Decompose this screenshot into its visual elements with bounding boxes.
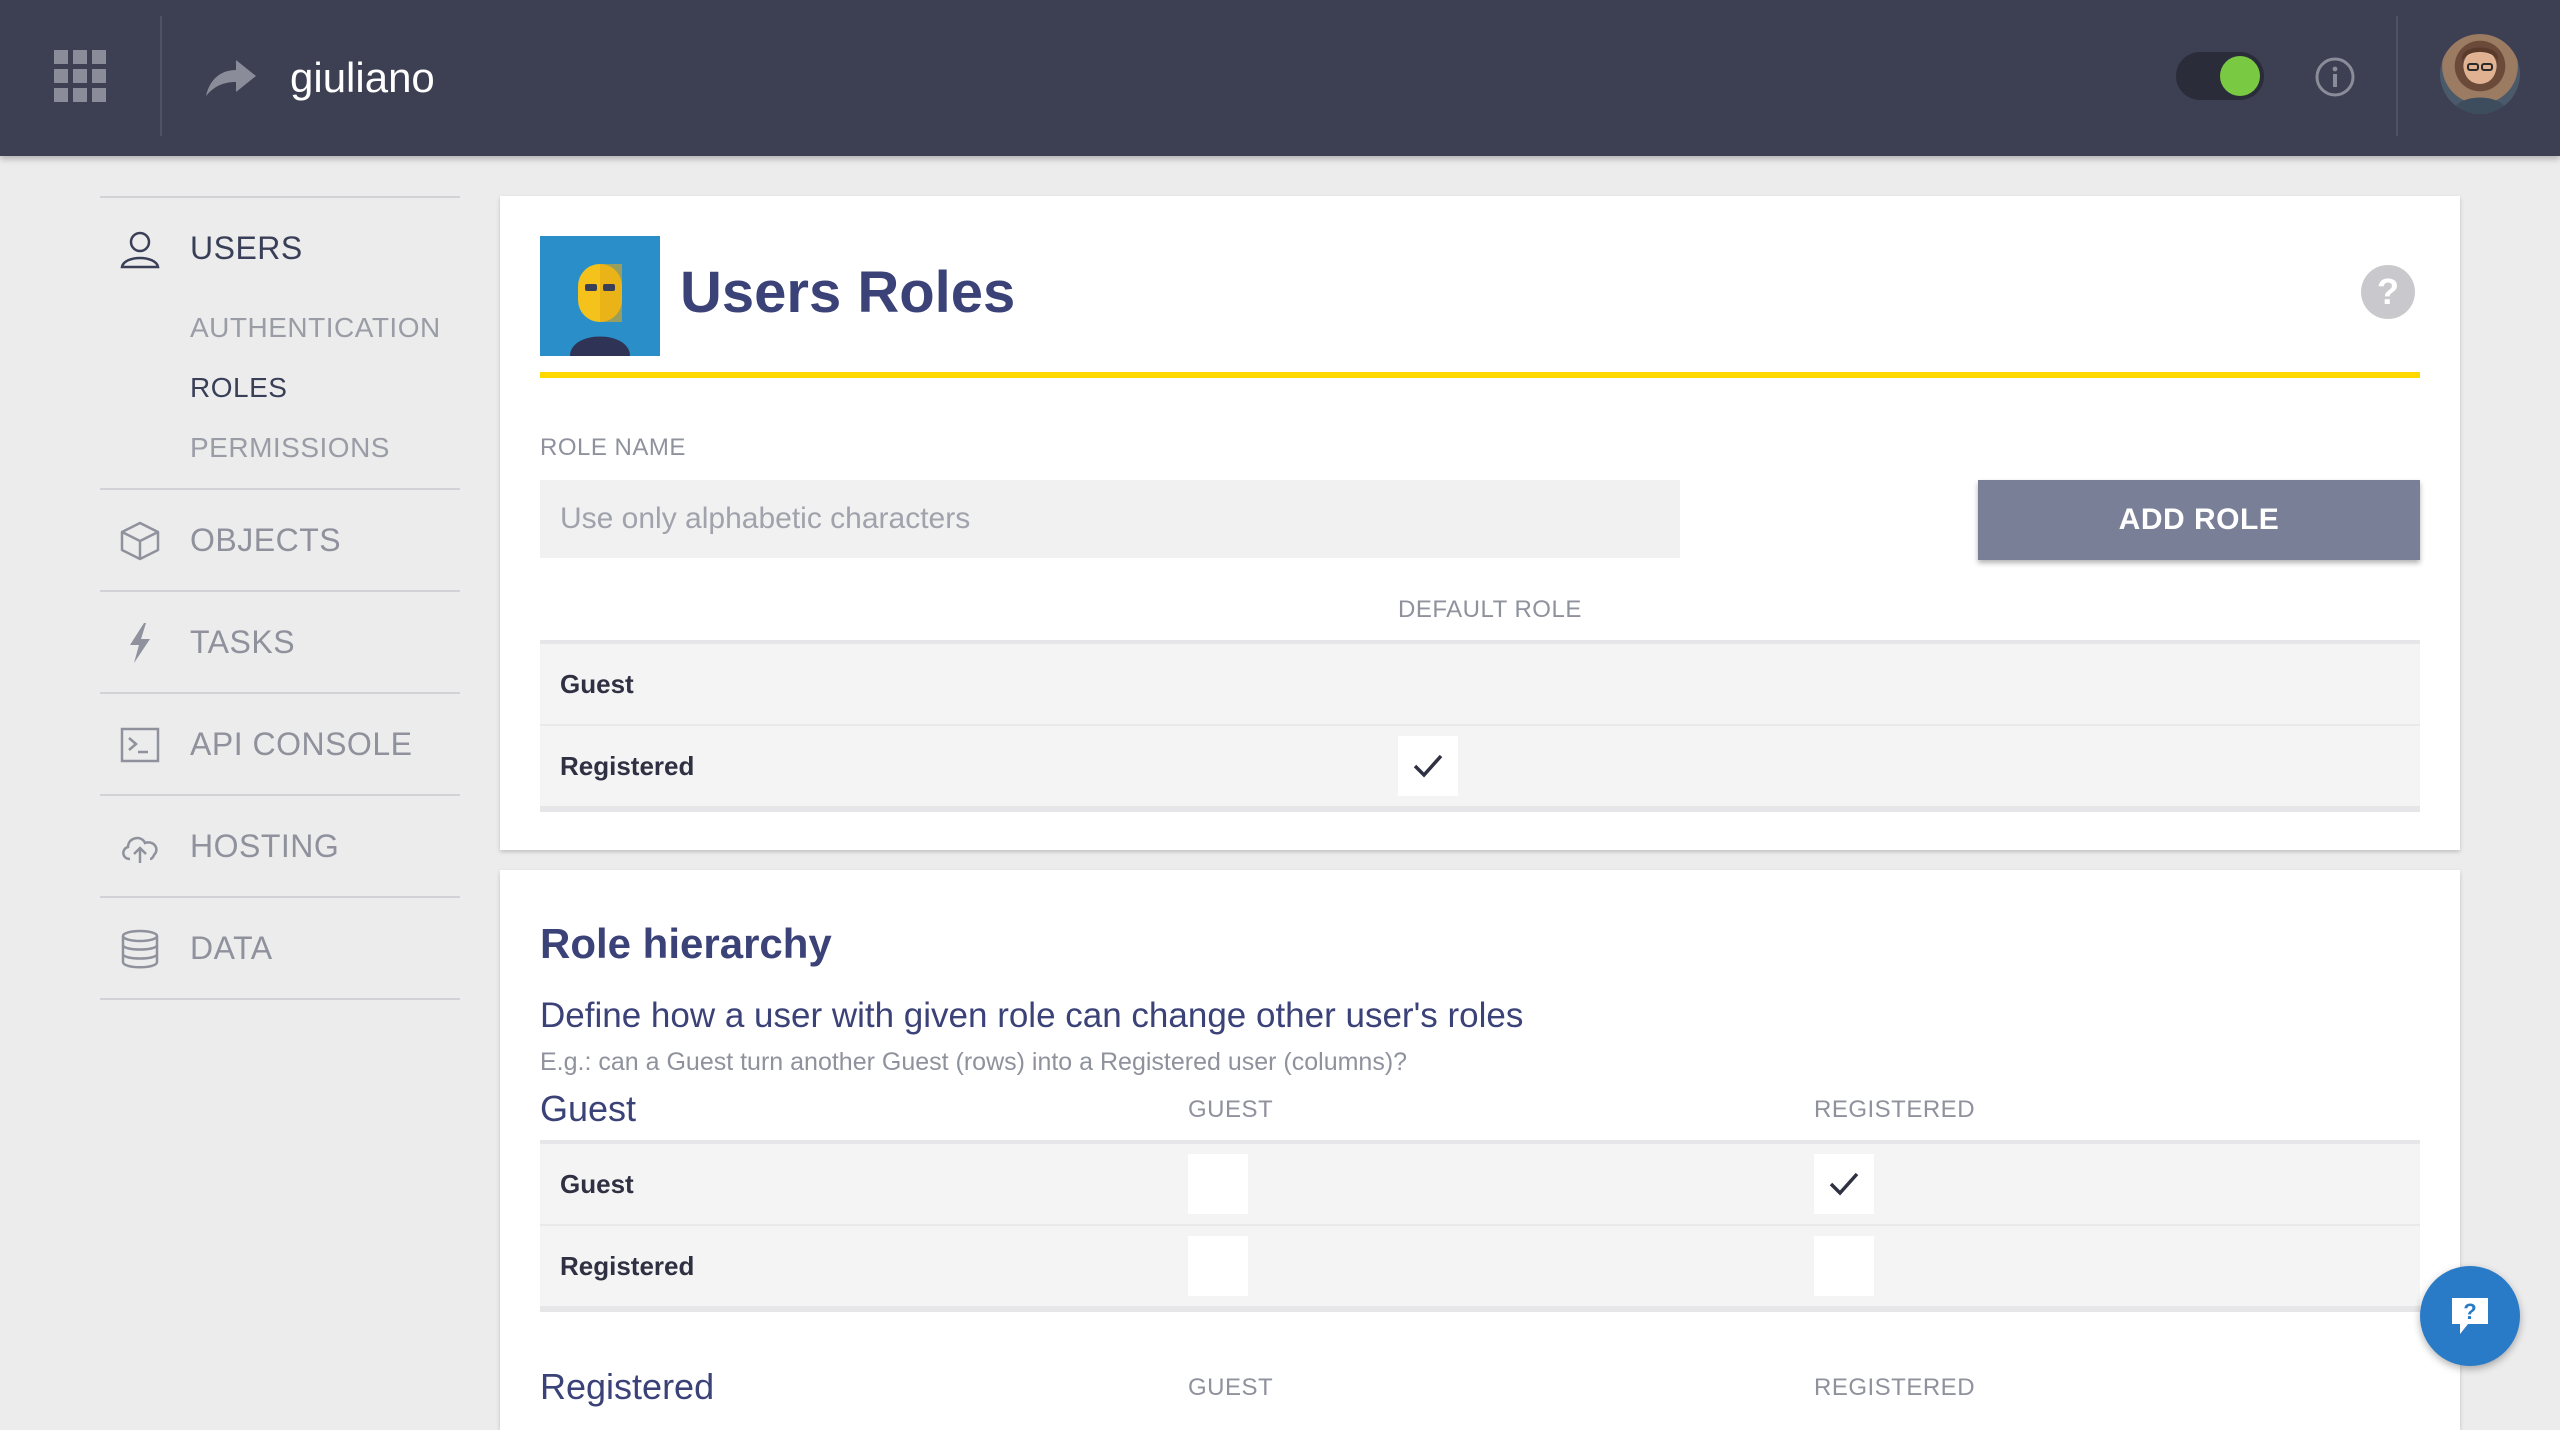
terminal-icon	[120, 727, 160, 763]
sidebar-item-label: TASKS	[190, 623, 296, 660]
sidebar-item-data[interactable]: DATA	[100, 898, 460, 998]
role-name-label: ROLE NAME	[540, 434, 686, 461]
top-bar: giuliano	[0, 0, 2560, 156]
chat-help-icon: ?	[2452, 1298, 2488, 1334]
section-hint: E.g.: can a Guest turn another Guest (ro…	[540, 1048, 1408, 1076]
default-role-checkbox[interactable]	[1398, 736, 1458, 796]
role-name: Registered	[560, 751, 695, 781]
sidebar-divider	[100, 998, 460, 1000]
role-name: Guest	[560, 1169, 634, 1199]
permission-checkbox[interactable]	[1814, 1154, 1874, 1214]
table-row: Registered	[540, 726, 2420, 806]
column-header: GUEST	[1188, 1096, 1274, 1123]
table-row: Guest	[540, 644, 2420, 726]
chat-help-glyph: ?	[2463, 1299, 2476, 1324]
sidebar: USERS AUTHENTICATION ROLES PERMISSIONS O…	[100, 196, 460, 1000]
toggle-knob	[2220, 56, 2260, 96]
robot-avatar-icon	[540, 236, 660, 356]
apps-grid-icon[interactable]	[54, 50, 106, 102]
sidebar-item-label: USERS	[190, 229, 303, 266]
sidebar-item-label: HOSTING	[190, 827, 340, 864]
sidebar-subitem-authentication[interactable]: AUTHENTICATION	[100, 298, 460, 358]
role-name-input[interactable]	[540, 480, 1680, 558]
share-arrow-icon[interactable]	[204, 56, 258, 100]
cube-icon	[120, 521, 160, 561]
roles-table: Guest Registered	[540, 640, 2420, 812]
sidebar-subitem-permissions[interactable]: PERMISSIONS	[100, 418, 460, 478]
column-header: REGISTERED	[1814, 1374, 1976, 1401]
status-toggle[interactable]	[2176, 52, 2264, 100]
checkmark-icon	[1413, 754, 1443, 778]
user-icon	[120, 231, 160, 269]
page-title: Users Roles	[680, 260, 1016, 325]
section-description: Define how a user with given role can ch…	[540, 996, 1524, 1035]
help-icon[interactable]: ?	[2360, 264, 2416, 320]
group-title: Guest	[540, 1088, 637, 1129]
avatar[interactable]	[2440, 34, 2520, 114]
table-row: Registered	[540, 1226, 2420, 1306]
default-role-header: DEFAULT ROLE	[1398, 596, 1582, 623]
role-name: Guest	[560, 669, 634, 699]
lightning-icon	[130, 623, 150, 663]
table-row: Guest	[540, 1144, 2420, 1226]
svg-text:?: ?	[2377, 271, 2399, 312]
add-role-button[interactable]: ADD ROLE	[1978, 480, 2420, 560]
instance-name[interactable]: giuliano	[290, 50, 435, 106]
permission-checkbox[interactable]	[1188, 1154, 1248, 1214]
sidebar-item-users[interactable]: USERS	[100, 198, 460, 298]
sidebar-item-label: OBJECTS	[190, 521, 342, 558]
sidebar-item-label: DATA	[190, 929, 273, 966]
sidebar-item-objects[interactable]: OBJECTS	[100, 490, 460, 590]
topbar-divider	[160, 16, 162, 136]
group-title: Registered	[540, 1366, 715, 1407]
sidebar-item-api-console[interactable]: API CONSOLE	[100, 694, 460, 794]
database-icon	[121, 929, 159, 969]
users-roles-card: Users Roles ? ROLE NAME ADD ROLE DEFAULT…	[500, 196, 2460, 850]
info-icon[interactable]	[2314, 56, 2356, 98]
section-title: Role hierarchy	[540, 920, 832, 967]
checkmark-icon	[1829, 1172, 1859, 1196]
permission-checkbox[interactable]	[1188, 1236, 1248, 1296]
role-name: Registered	[560, 1251, 695, 1281]
topbar-divider	[2396, 16, 2398, 136]
role-hierarchy-card: Role hierarchy Define how a user with gi…	[500, 870, 2460, 1430]
help-chat-button[interactable]: ?	[2420, 1266, 2520, 1366]
column-header: REGISTERED	[1814, 1096, 1976, 1123]
sidebar-item-tasks[interactable]: TASKS	[100, 592, 460, 692]
sidebar-item-hosting[interactable]: HOSTING	[100, 796, 460, 896]
column-header: GUEST	[1188, 1374, 1274, 1401]
sidebar-subitem-roles[interactable]: ROLES	[100, 358, 460, 418]
hierarchy-table: Guest Registered	[540, 1140, 2420, 1312]
title-underline	[540, 372, 2420, 378]
cloud-upload-icon	[122, 836, 158, 863]
permission-checkbox[interactable]	[1814, 1236, 1874, 1296]
sidebar-item-label: API CONSOLE	[190, 725, 413, 762]
users-submenu: AUTHENTICATION ROLES PERMISSIONS	[100, 298, 460, 488]
